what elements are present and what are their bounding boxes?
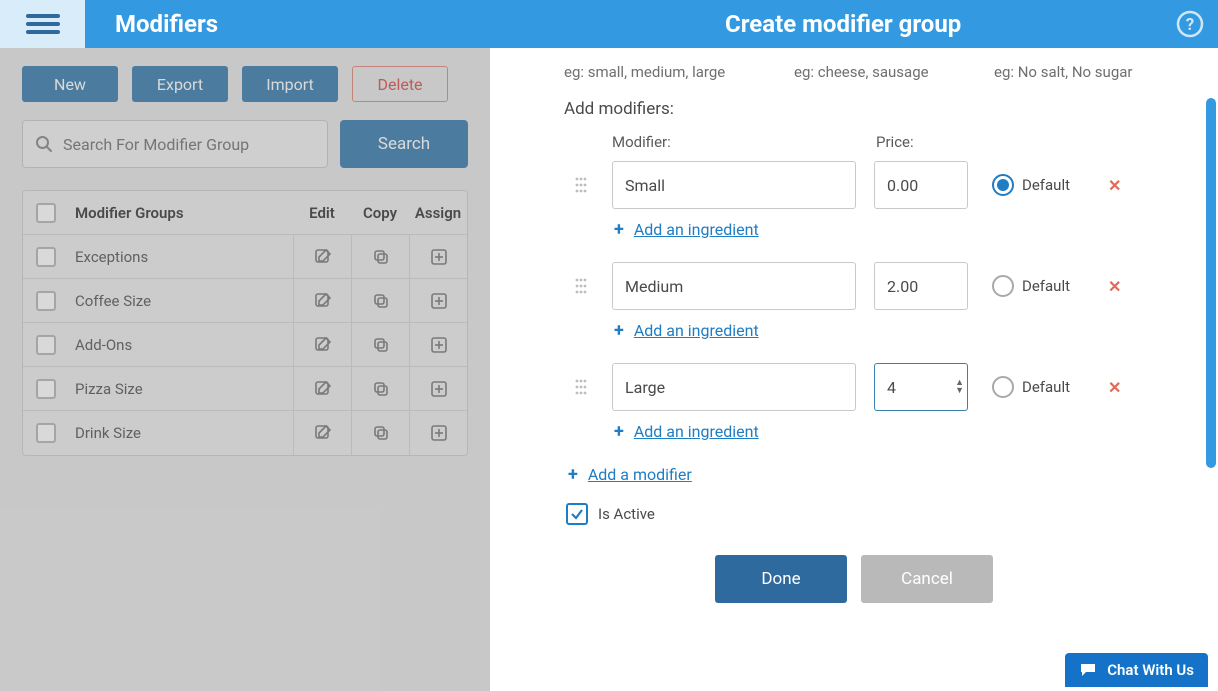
export-button[interactable]: Export	[132, 66, 228, 102]
copy-icon[interactable]	[351, 411, 409, 455]
edit-icon[interactable]	[293, 411, 351, 455]
col-name: Modifier Groups	[69, 204, 293, 222]
copy-icon[interactable]	[351, 235, 409, 278]
remove-modifier-icon[interactable]: ✕	[1108, 176, 1121, 195]
modifier-row: ▲▼ Default ✕	[564, 363, 1174, 411]
row-checkbox[interactable]	[36, 423, 56, 443]
row-checkbox[interactable]	[36, 247, 56, 267]
select-all-checkbox[interactable]	[36, 203, 56, 223]
modifier-name-input[interactable]	[612, 363, 856, 411]
add-ingredient-link[interactable]: +Add an ingredient	[614, 421, 1174, 442]
row-name: Pizza Size	[69, 380, 293, 398]
add-ingredient-link[interactable]: +Add an ingredient	[614, 219, 1174, 240]
default-label: Default	[1022, 176, 1070, 194]
copy-icon[interactable]	[351, 323, 409, 366]
col-modifier-label: Modifier:	[612, 133, 856, 151]
stepper-icon[interactable]: ▲▼	[955, 379, 964, 395]
default-radio[interactable]: Default	[992, 376, 1070, 398]
assign-icon[interactable]	[409, 235, 467, 278]
edit-icon[interactable]	[293, 323, 351, 366]
col-price-label: Price:	[876, 133, 976, 151]
plus-icon: +	[614, 320, 624, 341]
modifier-row: Default ✕	[564, 262, 1174, 310]
search-input[interactable]	[63, 135, 315, 154]
new-button[interactable]: New	[22, 66, 118, 102]
search-icon	[35, 135, 53, 153]
drag-handle-icon[interactable]	[574, 276, 594, 296]
drag-handle-icon[interactable]	[574, 175, 594, 195]
table-row: Coffee Size	[23, 279, 467, 323]
search-button[interactable]: Search	[340, 120, 468, 168]
col-assign: Assign	[409, 204, 467, 222]
assign-icon[interactable]	[409, 279, 467, 322]
row-checkbox[interactable]	[36, 379, 56, 399]
add-modifier-link[interactable]: + Add a modifier	[568, 464, 1174, 485]
edit-icon[interactable]	[293, 279, 351, 322]
row-name: Coffee Size	[69, 292, 293, 310]
plus-icon: +	[614, 421, 624, 442]
row-checkbox[interactable]	[36, 291, 56, 311]
hint-toppings: eg: cheese, sausage	[794, 63, 954, 81]
col-edit: Edit	[293, 204, 351, 222]
modifier-name-input[interactable]	[612, 262, 856, 310]
modal-title: Create modifier group	[725, 10, 961, 38]
hint-exceptions: eg: No salt, No sugar	[994, 63, 1133, 81]
default-radio[interactable]: Default	[992, 174, 1070, 196]
default-label: Default	[1022, 378, 1070, 396]
svg-text:?: ?	[1186, 15, 1194, 35]
modifier-name-input[interactable]	[612, 161, 856, 209]
copy-icon[interactable]	[351, 279, 409, 322]
done-button[interactable]: Done	[715, 555, 847, 603]
modifier-price-input[interactable]	[874, 262, 968, 310]
default-label: Default	[1022, 277, 1070, 295]
delete-button[interactable]: Delete	[352, 66, 448, 102]
row-name: Drink Size	[69, 424, 293, 442]
hamburger-menu[interactable]	[0, 0, 85, 48]
table-row: Add-Ons	[23, 323, 467, 367]
cancel-button[interactable]: Cancel	[861, 555, 993, 603]
assign-icon[interactable]	[409, 367, 467, 410]
plus-icon: +	[614, 219, 624, 240]
modifier-price-input[interactable]	[874, 161, 968, 209]
help-icon[interactable]: ?	[1176, 10, 1204, 38]
add-ingredient-link[interactable]: +Add an ingredient	[614, 320, 1174, 341]
is-active-checkbox[interactable]	[566, 503, 588, 525]
edit-icon[interactable]	[293, 367, 351, 410]
scrollbar[interactable]	[1206, 98, 1216, 468]
copy-icon[interactable]	[351, 367, 409, 410]
chat-icon	[1079, 662, 1097, 678]
default-radio[interactable]: Default	[992, 275, 1070, 297]
row-checkbox[interactable]	[36, 335, 56, 355]
drag-handle-icon[interactable]	[574, 377, 594, 397]
remove-modifier-icon[interactable]: ✕	[1108, 378, 1121, 397]
modifier-price-input[interactable]	[874, 363, 968, 411]
col-copy: Copy	[351, 204, 409, 222]
table-row: Exceptions	[23, 235, 467, 279]
edit-icon[interactable]	[293, 235, 351, 278]
is-active-label: Is Active	[598, 505, 655, 523]
search-input-wrap[interactable]	[22, 120, 328, 168]
table-row: Pizza Size	[23, 367, 467, 411]
add-modifiers-label: Add modifiers:	[564, 99, 1174, 119]
assign-icon[interactable]	[409, 411, 467, 455]
table-row: Drink Size	[23, 411, 467, 455]
assign-icon[interactable]	[409, 323, 467, 366]
import-button[interactable]: Import	[242, 66, 338, 102]
remove-modifier-icon[interactable]: ✕	[1108, 277, 1121, 296]
page-title: Modifiers	[115, 10, 218, 38]
chat-widget[interactable]: Chat With Us	[1065, 653, 1208, 687]
check-icon	[570, 507, 584, 521]
modifier-groups-table: Modifier Groups Edit Copy Assign Excepti…	[22, 190, 468, 456]
hint-sizes: eg: small, medium, large	[564, 63, 754, 81]
modifier-row: Default ✕	[564, 161, 1174, 209]
row-name: Add-Ons	[69, 336, 293, 354]
plus-icon: +	[568, 464, 578, 485]
row-name: Exceptions	[69, 248, 293, 266]
